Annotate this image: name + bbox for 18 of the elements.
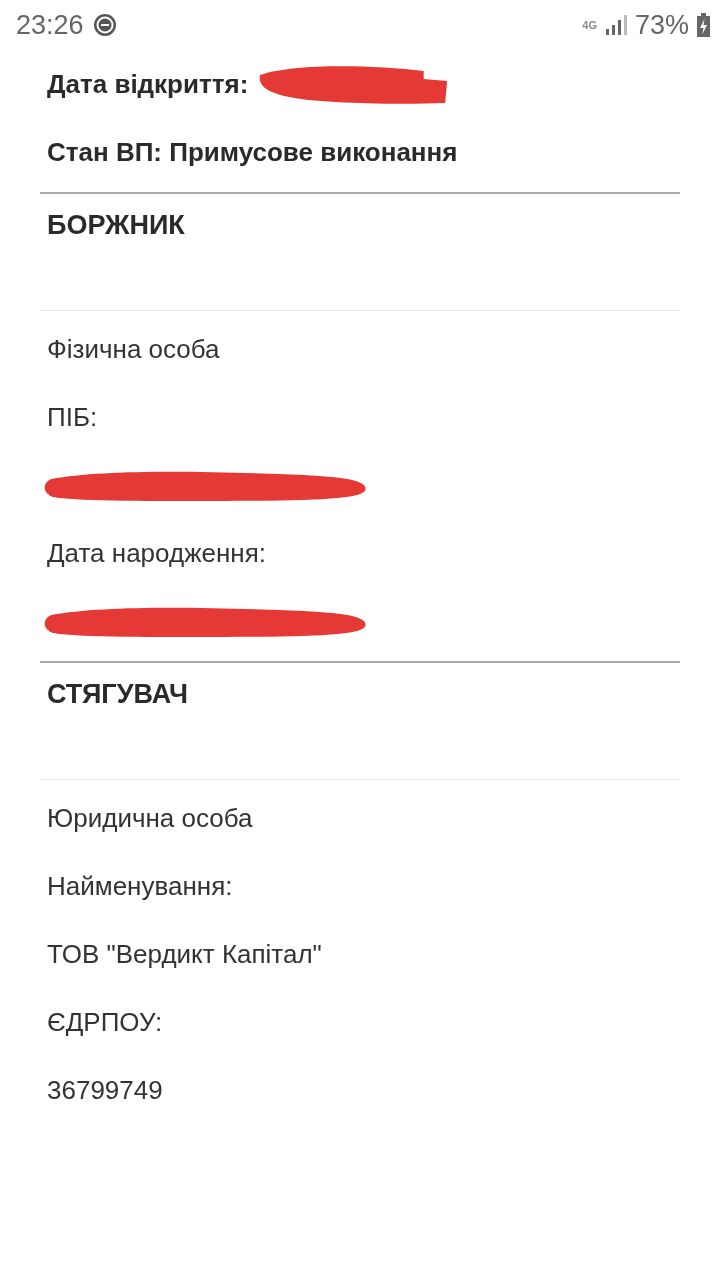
info-text: Дата народження: bbox=[47, 537, 266, 569]
case-field: Стан ВП: Примусове виконання bbox=[47, 136, 458, 168]
info-text: ПІБ: bbox=[47, 401, 98, 433]
info-text: 36799749 bbox=[47, 1074, 163, 1106]
info-text: Фізична особа bbox=[47, 333, 220, 365]
info-text: ТОВ "Вердикт Капітал" bbox=[47, 938, 322, 970]
info-text: Найменування: bbox=[47, 870, 233, 902]
info-text: ЄДРПОУ: bbox=[47, 1006, 163, 1038]
network-type: 4G bbox=[582, 19, 597, 31]
section-heading: СТЯГУВАЧ bbox=[46, 678, 190, 703]
case-field: Дата відкриття: bbox=[47, 68, 249, 100]
info-text: Юридична особа bbox=[47, 802, 253, 834]
section-heading: БОРЖНИК bbox=[46, 209, 186, 234]
notification-icon bbox=[91, 12, 118, 38]
battery-charging-icon bbox=[697, 13, 710, 37]
clock-time: 23:26 bbox=[16, 9, 84, 41]
battery-level: 73% bbox=[634, 9, 689, 41]
signal-icon bbox=[604, 15, 627, 35]
